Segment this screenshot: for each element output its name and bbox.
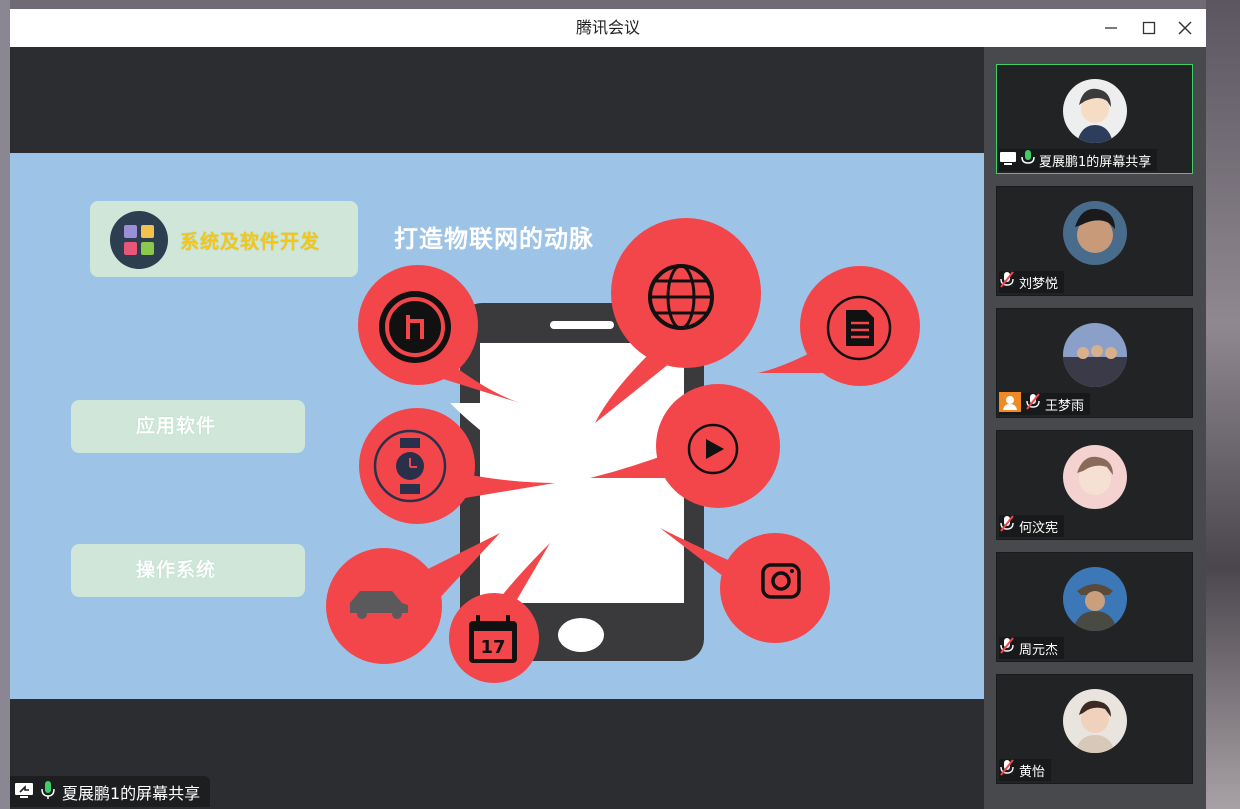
participant-name: 黄怡 [1019, 764, 1046, 780]
participant-sidebar: 夏展鹏1的屏幕共享 刘梦悦 王梦雨 何汶宪 周元杰 黄怡 [984, 47, 1206, 809]
mic-muted-icon [999, 271, 1015, 293]
mic-muted-icon [999, 759, 1015, 781]
slide-title: 打造物联网的动脉 [394, 225, 594, 253]
pill-operating-system: 操作系统 [71, 544, 305, 597]
participant-name: 周元杰 [1019, 642, 1059, 658]
participant-name: 何汶宪 [1019, 520, 1059, 536]
desktop-background-left [0, 0, 10, 809]
title-bar[interactable]: 腾讯会议 [10, 9, 1206, 47]
screen-share-icon [999, 150, 1017, 170]
avatar [1063, 323, 1127, 387]
participant-namebar: 刘梦悦 [999, 271, 1065, 293]
mic-on-icon [1021, 149, 1035, 171]
shared-slide: 17 系统及软件开发 应用软件 操作系统 打造物联网的动脉 [10, 153, 984, 699]
mic-on-icon [40, 780, 56, 804]
participant-tile[interactable]: 刘梦悦 [996, 186, 1193, 296]
mic-muted-icon [999, 515, 1015, 537]
participant-tile[interactable]: 王梦雨 [996, 308, 1193, 418]
window-title: 腾讯会议 [575, 18, 640, 37]
screen-share-label: 夏展鹏1的屏幕共享 [62, 783, 201, 803]
participant-tile[interactable]: 何汶宪 [996, 430, 1193, 540]
participant-name: 王梦雨 [1045, 398, 1085, 414]
avatar [1063, 445, 1127, 509]
maximize-button[interactable] [1134, 13, 1164, 43]
user-placeholder-icon [999, 392, 1021, 416]
participant-tile[interactable]: 黄怡 [996, 674, 1193, 784]
avatar [1063, 567, 1127, 631]
mic-muted-icon [999, 637, 1015, 659]
pill-system-software-label: 系统及软件开发 [180, 231, 321, 253]
participant-namebar: 周元杰 [999, 637, 1065, 659]
pill-system-software: 系统及软件开发 [90, 201, 358, 277]
avatar [1063, 201, 1127, 265]
screen-share-stage[interactable]: 17 系统及软件开发 应用软件 操作系统 打造物联网的动脉 夏展鹏1的屏幕共享 [10, 47, 984, 809]
phone-speaker [550, 321, 614, 329]
avatar [1063, 689, 1127, 753]
avatar [1063, 79, 1127, 143]
phone-home-button [558, 618, 604, 652]
close-button[interactable] [1170, 13, 1200, 43]
participant-tile[interactable]: 夏展鹏1的屏幕共享 [996, 64, 1193, 174]
calculator-icon [110, 211, 168, 269]
meeting-window: 腾讯会议 17 系统及软件开发 应用软件 操作系统 打造物联网的动脉 夏展鹏1的… [10, 9, 1206, 809]
participant-name: 夏展鹏1的屏幕共享 [1039, 154, 1152, 170]
participant-tile[interactable]: 周元杰 [996, 552, 1193, 662]
music-icon [379, 291, 451, 363]
participant-name: 刘梦悦 [1019, 276, 1059, 292]
participant-namebar: 夏展鹏1的屏幕共享 [999, 149, 1158, 171]
calendar-day: 17 [480, 637, 505, 658]
mic-muted-icon [1025, 393, 1041, 415]
pill-application-software: 应用软件 [71, 400, 305, 453]
participant-namebar: 王梦雨 [999, 392, 1091, 416]
screen-share-indicator[interactable]: 夏展鹏1的屏幕共享 [10, 776, 211, 807]
calendar-icon: 17 [469, 615, 517, 663]
minimize-button[interactable] [1096, 13, 1126, 43]
participant-namebar: 何汶宪 [999, 515, 1065, 537]
participant-namebar: 黄怡 [999, 759, 1052, 781]
desktop-background-right [1206, 0, 1240, 809]
screen-share-icon [14, 781, 34, 803]
